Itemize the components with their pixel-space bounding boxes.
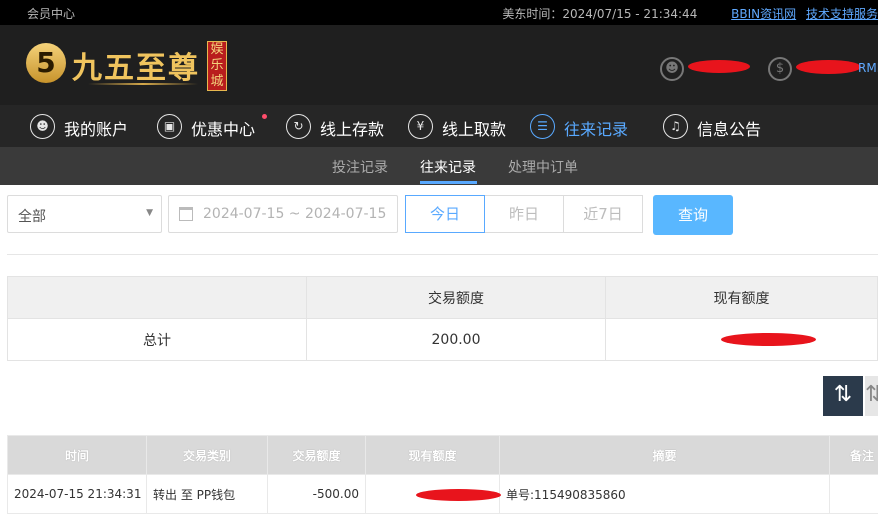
currency-label: RMB — [858, 61, 878, 75]
range-7days-button[interactable]: 近7日 — [563, 195, 643, 233]
nav-label: 线上存款 — [320, 120, 385, 139]
main-nav: ☻ 我的账户 ▣ 优惠中心 ↻ 线上存款 ¥ 线上取款 ☰ 往来记录 ♫ 信息公… — [0, 105, 878, 147]
bell-icon: ♫ — [663, 114, 688, 139]
transaction-type-select[interactable]: 全部 ▼ — [7, 195, 162, 233]
col-summary: 摘要 — [499, 435, 830, 475]
logo-ornament — [88, 83, 198, 85]
row-time: 2024-07-15 21:34:31 — [7, 474, 147, 514]
summary-header-row: 交易额度 现有额度 — [7, 276, 878, 319]
tech-support-link[interactable]: 技术支持服务 — [806, 7, 878, 21]
range-yesterday-button[interactable]: 昨日 — [484, 195, 564, 233]
nav-label: 优惠中心 — [191, 120, 256, 139]
range-today-button[interactable]: 今日 — [405, 195, 485, 233]
logo-tag: 娱乐城 — [207, 41, 227, 91]
row-amount: -500.00 — [267, 474, 366, 514]
balance-redaction — [721, 333, 816, 346]
record-icon: ☰ — [530, 114, 555, 139]
row-balance-cell — [365, 474, 501, 514]
nav-label: 我的账户 — [64, 120, 129, 139]
summary-header-amount: 交易额度 — [306, 276, 606, 319]
total-balance-cell — [605, 318, 878, 361]
row-summary: 单号:115490835860 — [499, 474, 830, 514]
summary-table: 交易额度 现有额度 总计 200.00 — [7, 276, 878, 361]
sort-descending-icon[interactable]: ⇅ — [823, 376, 863, 416]
tab-pending-orders[interactable]: 处理中订单 — [508, 157, 578, 177]
total-label: 总计 — [7, 318, 307, 361]
member-center-label: 会员中心 — [27, 7, 76, 21]
row-note — [829, 474, 878, 514]
server-time: 美东时间：2024/07/15 - 21:34:44 — [502, 7, 698, 21]
site-header: 5 九五至尊 娱乐城 ☻ $ RMB — [0, 25, 878, 105]
notification-dot — [262, 114, 267, 119]
query-button[interactable]: 查询 — [653, 195, 733, 235]
user-area: ☻ $ RMB — [658, 55, 878, 81]
deposit-icon: ↻ — [286, 114, 311, 139]
select-value: 全部 — [18, 209, 46, 225]
username-redaction — [688, 60, 750, 73]
col-time: 时间 — [7, 435, 147, 475]
active-tab-indicator — [420, 181, 477, 184]
date-range-input[interactable]: 2024-07-15 ~ 2024-07-15 — [168, 195, 398, 233]
tab-bet-records[interactable]: 投注记录 — [332, 157, 388, 177]
col-type: 交易类别 — [146, 435, 268, 475]
calendar-icon — [179, 207, 193, 221]
divider — [7, 254, 878, 255]
nav-label: 线上取款 — [442, 120, 507, 139]
nav-label: 信息公告 — [697, 120, 762, 139]
table-header-row: 时间 交易类别 交易额度 现有额度 摘要 备注 — [7, 435, 878, 475]
nav-label: 往来记录 — [564, 120, 629, 139]
total-amount: 200.00 — [306, 318, 606, 361]
balance-redaction — [416, 489, 501, 501]
user-icon[interactable]: ☻ — [660, 57, 684, 81]
tab-transactions[interactable]: 往来记录 — [420, 157, 476, 177]
col-balance: 现有额度 — [365, 435, 500, 475]
bbin-info-link[interactable]: BBIN资讯网 — [731, 7, 796, 21]
withdraw-icon: ¥ — [408, 114, 433, 139]
col-amount: 交易额度 — [267, 435, 366, 475]
dollar-icon[interactable]: $ — [768, 57, 792, 81]
logo-mark: 5 — [26, 43, 66, 83]
summary-header-blank — [7, 276, 307, 319]
date-range-value: 2024-07-15 ~ 2024-07-15 — [203, 206, 387, 222]
logo-name: 九五至尊 — [72, 51, 200, 86]
top-bar: 会员中心 美东时间：2024/07/15 - 21:34:44 BBIN资讯网 … — [0, 0, 878, 25]
table-row: 2024-07-15 21:34:31 转出 至 PP钱包 -500.00 单号… — [7, 474, 878, 514]
caret-down-icon: ▼ — [146, 208, 153, 218]
col-note: 备注 — [829, 435, 878, 475]
top-right-area: 美东时间：2024/07/15 - 21:34:44 BBIN资讯网 技术支持服… — [502, 5, 878, 22]
transactions-table: 时间 交易类别 交易额度 现有额度 摘要 备注 2024-07-15 21:34… — [7, 435, 878, 514]
sort-ascending-icon[interactable]: ⇅ — [865, 376, 878, 416]
balance-redaction — [796, 60, 861, 74]
account-icon: ☻ — [30, 114, 55, 139]
sub-nav: 投注记录 往来记录 处理中订单 — [0, 147, 878, 185]
row-type: 转出 至 PP钱包 — [146, 474, 268, 514]
summary-total-row: 总计 200.00 — [7, 318, 878, 361]
gift-icon: ▣ — [157, 114, 182, 139]
summary-header-balance: 现有额度 — [605, 276, 878, 319]
